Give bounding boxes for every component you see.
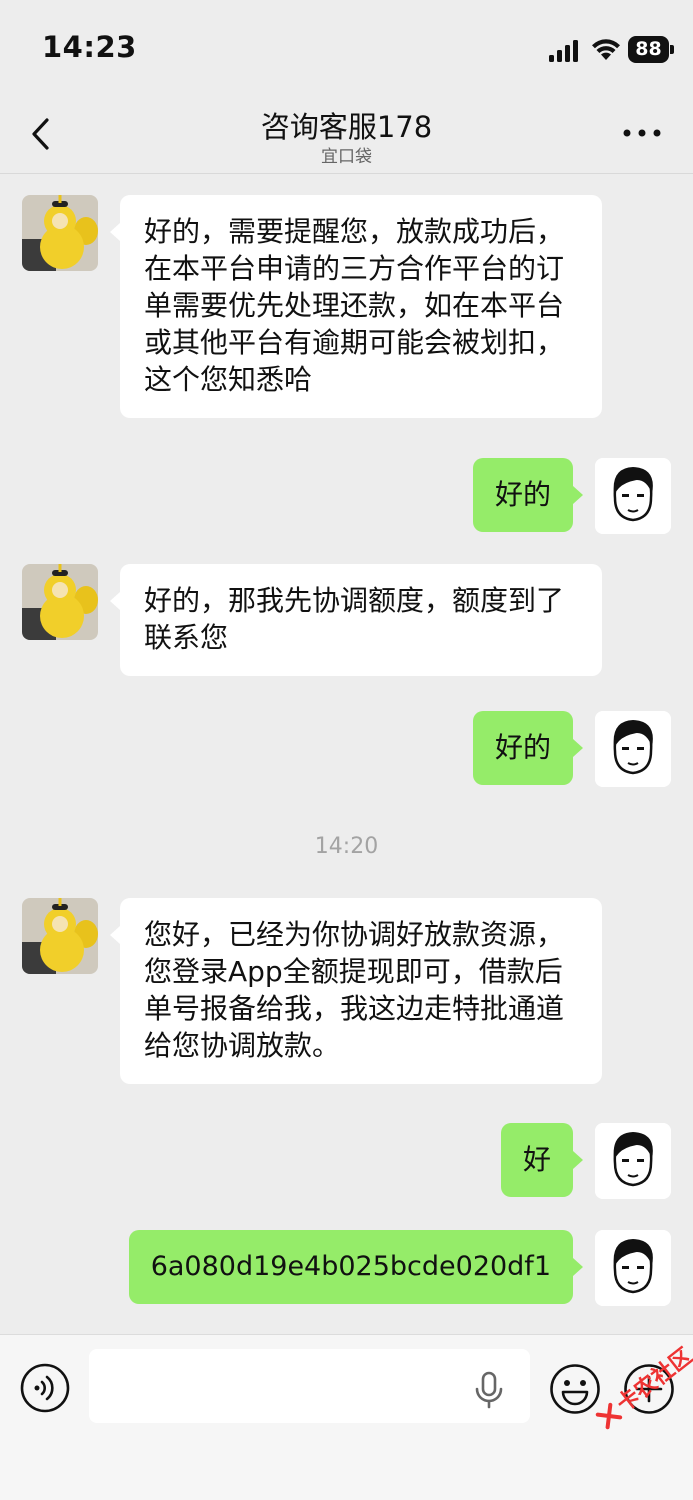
self-avatar-image — [595, 1230, 671, 1306]
message-bubble-incoming[interactable]: 好的，需要提醒您，放款成功后，在本平台申请的三方合作平台的订单需要优先处理还款，… — [110, 195, 602, 418]
message-bubble-outgoing[interactable]: 好的 — [472, 458, 584, 532]
battery-level: 88 — [628, 36, 669, 63]
self-avatar[interactable] — [595, 711, 671, 787]
battery-cap — [670, 45, 674, 54]
message-text: 好的，那我先协调额度，额度到了联系您 — [144, 584, 565, 654]
contact-avatar-image — [22, 898, 98, 974]
voice-icon[interactable] — [20, 1363, 70, 1413]
message-bubble-incoming[interactable]: 好的，那我先协调额度，额度到了联系您 — [110, 564, 602, 676]
chat-subtitle: 宜口袋 — [321, 147, 372, 167]
self-avatar[interactable] — [595, 1230, 671, 1306]
message-text: 6a080d19e4b025bcde020df1 — [150, 1251, 551, 1282]
message-bubble-outgoing[interactable]: 6a080d19e4b025bcde020df1 — [128, 1230, 584, 1304]
wifi-icon — [592, 39, 620, 60]
self-avatar[interactable] — [595, 1123, 671, 1199]
self-avatar-image — [595, 711, 671, 787]
contact-avatar[interactable] — [22, 195, 98, 271]
chat-title[interactable]: 咨询客服178 — [0, 104, 693, 146]
input-bar — [0, 1334, 693, 1500]
self-avatar[interactable] — [595, 458, 671, 534]
status-time: 14:23 — [42, 30, 137, 64]
message-bubble-outgoing[interactable]: 好 — [500, 1123, 584, 1197]
message-text: 您好，已经为你协调好放款资源，您登录App全额提现即可，借款后单号报备给我，我这… — [144, 918, 565, 1062]
message-timestamp: 14:20 — [314, 834, 379, 859]
message-text: 好的，需要提醒您，放款成功后，在本平台申请的三方合作平台的订单需要优先处理还款，… — [144, 215, 565, 396]
signal-icon — [549, 40, 578, 62]
message-text: 好 — [522, 1143, 551, 1176]
self-avatar-image — [595, 458, 671, 534]
message-bubble-outgoing[interactable]: 好的 — [472, 711, 584, 785]
message-bubble-incoming[interactable]: 您好，已经为你协调好放款资源，您登录App全额提现即可，借款后单号报备给我，我这… — [110, 898, 602, 1084]
more-dots-icon[interactable] — [622, 128, 662, 138]
contact-avatar[interactable] — [22, 564, 98, 640]
chat-header: 咨询客服178 宜口袋 — [0, 100, 693, 174]
contact-avatar-image — [22, 564, 98, 640]
contact-avatar[interactable] — [22, 898, 98, 974]
contact-avatar-image — [22, 195, 98, 271]
message-text: 好的 — [494, 478, 551, 511]
battery-indicator: 88 — [628, 36, 674, 63]
message-input[interactable] — [89, 1349, 530, 1423]
mic-icon[interactable] — [474, 1371, 504, 1409]
self-avatar-image — [595, 1123, 671, 1199]
message-text: 好的 — [494, 731, 551, 764]
status-bar: 14:23 88 — [0, 0, 693, 100]
